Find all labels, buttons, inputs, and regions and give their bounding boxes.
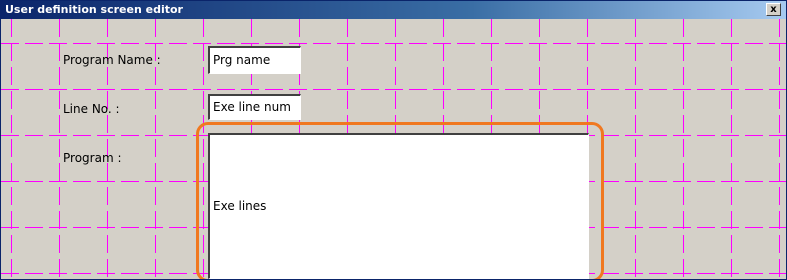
program-name-label: Program Name : — [63, 53, 161, 67]
line-no-field[interactable]: Exe line num — [208, 94, 301, 120]
editor-window: User definition screen editor x Program … — [0, 0, 787, 280]
close-button[interactable]: x — [766, 3, 781, 16]
design-canvas[interactable]: Program Name : Prg name Line No. : Exe l… — [1, 19, 786, 279]
program-text-area[interactable]: Exe lines — [208, 133, 589, 279]
title-bar[interactable]: User definition screen editor x — [1, 1, 786, 19]
program-name-field[interactable]: Prg name — [208, 46, 301, 74]
program-label: Program : — [63, 151, 122, 165]
line-no-label: Line No. : — [63, 102, 120, 116]
window-title: User definition screen editor — [5, 3, 183, 16]
